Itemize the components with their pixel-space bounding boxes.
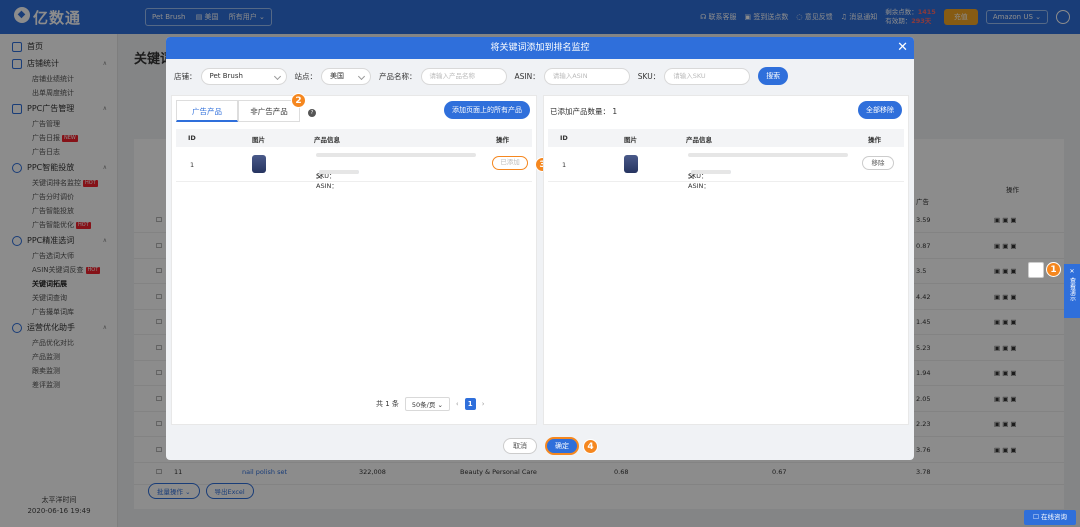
step-marker-4: 4 (583, 439, 598, 454)
next-page-icon[interactable]: › (482, 400, 485, 408)
add-all-products-button[interactable]: 添加页面上的所有产品 (444, 101, 530, 119)
tab-ad-products[interactable]: 广告产品 (176, 100, 238, 122)
dialog-footer: 取消 确定 4 (166, 437, 914, 456)
product-table-header: ID 图片 产品信息 操作 (176, 129, 532, 147)
table-row: 1 父ASIN： SKU： 移除 (548, 147, 904, 190)
added-table-header: ID 图片 产品信息 操作 (548, 129, 904, 147)
site-label: 站点： (294, 71, 318, 81)
product-name-label: 产品名称： (379, 71, 417, 81)
added-button[interactable]: 已添加 (492, 156, 528, 170)
shop-select[interactable]: Pet Brush (200, 67, 287, 85)
close-icon[interactable]: ✕ (897, 37, 908, 59)
asin-label: ASIN： (514, 71, 540, 81)
product-thumbnail (624, 155, 638, 173)
sku-label: SKU： (637, 71, 661, 81)
demo-side-button[interactable]: ✕ 查看演示 (1064, 264, 1080, 318)
row-id: 1 (562, 161, 567, 169)
confirm-button[interactable]: 确定 (545, 437, 579, 455)
product-thumbnail (252, 155, 266, 173)
dialog-header: 将关键词添加到排名监控 ✕ (166, 37, 914, 59)
online-chat-button[interactable]: ☐ 在线咨询 (1024, 510, 1076, 525)
added-count: 已添加产品数量： 1 (550, 107, 618, 116)
shop-label: 店铺： (174, 71, 197, 81)
remove-button[interactable]: 移除 (862, 156, 894, 170)
product-name-input[interactable]: 请输入产品名称 (420, 67, 507, 85)
asin-input[interactable]: 请输入ASIN (543, 67, 630, 85)
site-select[interactable]: 美国 (321, 67, 371, 85)
filter-bar: 店铺： Pet Brush 站点： 美国 产品名称： 请输入产品名称 ASIN：… (166, 59, 914, 93)
row-id: 1 (190, 161, 195, 169)
page-1[interactable]: 1 (464, 398, 476, 410)
added-products-panel: 已添加产品数量： 1 全部移除 ID 图片 产品信息 操作 1 父ASIN： SK… (543, 95, 909, 425)
step-marker-2: 2 (291, 93, 306, 108)
table-row: 1 父ASIN：SKU： 已添加 3 (176, 147, 550, 190)
remove-all-button[interactable]: 全部移除 (858, 101, 902, 119)
prev-page-icon[interactable]: ‹ (456, 400, 459, 408)
dialog-title: 将关键词添加到排名监控 (490, 43, 590, 53)
product-title-blurred (316, 153, 476, 157)
sku-input[interactable]: 请输入SKU (664, 67, 751, 85)
step-marker-1: 1 (1046, 262, 1061, 277)
search-button[interactable]: 搜索 (758, 67, 789, 85)
add-to-rank-monitor-dialog: 将关键词添加到排名监控 ✕ 店铺： Pet Brush 站点： 美国 产品名称：… (166, 37, 914, 460)
help-icon[interactable]: ? (308, 109, 316, 117)
product-list-panel: 广告产品 非广告产品 ? 2 添加页面上的所有产品 ID 图片 产品信息 操作 … (171, 93, 550, 425)
cancel-button[interactable]: 取消 (503, 438, 537, 454)
product-tabs: 广告产品 非广告产品 (176, 100, 300, 122)
pagination: 共 1 条 50条/页 ⌄ ‹ 1 › (376, 397, 485, 411)
page-size-select[interactable]: 50条/页 ⌄ (404, 397, 450, 411)
total-count: 共 1 条 (376, 400, 399, 408)
monitor-icon[interactable] (1028, 262, 1044, 278)
product-title-blurred (688, 153, 848, 157)
close-icon: ✕ (1069, 268, 1075, 275)
